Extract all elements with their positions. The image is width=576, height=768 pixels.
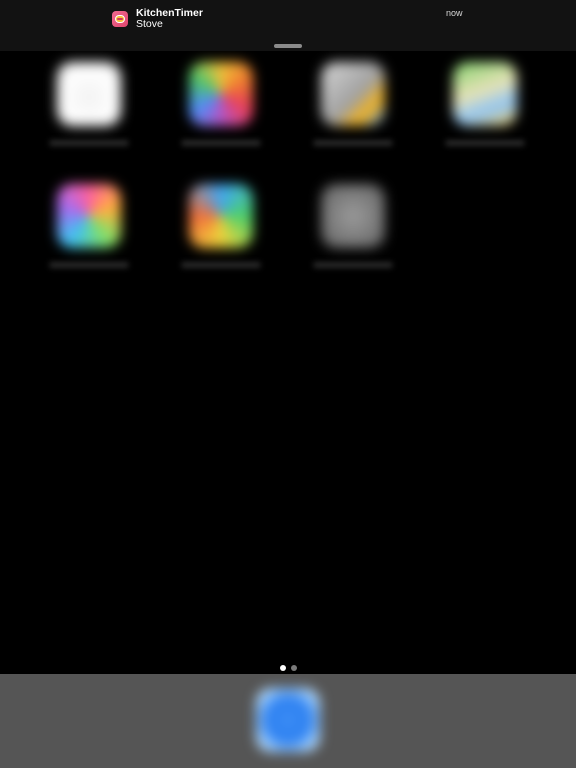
- notification-message: Stove: [136, 18, 163, 30]
- kitchen-timer-glyph-icon: [115, 15, 125, 23]
- home-screen: KitchenTimer Stove now: [0, 0, 576, 768]
- photos-label: [181, 140, 261, 146]
- settings-icon[interactable]: [321, 184, 385, 248]
- notification-time: now: [446, 8, 463, 18]
- calendar-icon[interactable]: [57, 62, 121, 126]
- game-center-icon[interactable]: [57, 184, 121, 248]
- photos-icon[interactable]: [189, 62, 253, 126]
- safari-icon[interactable]: [256, 688, 320, 752]
- page-dot-1[interactable]: [280, 665, 286, 671]
- kitchen-timer-icon: [112, 11, 128, 27]
- camera-label: [313, 140, 393, 146]
- page-dot-2[interactable]: [291, 665, 297, 671]
- app-store-icon[interactable]: [189, 184, 253, 248]
- maps-icon[interactable]: [453, 62, 517, 126]
- camera-icon[interactable]: [321, 62, 385, 126]
- maps-label: [445, 140, 525, 146]
- game-center-label: [49, 262, 129, 268]
- calendar-label: [49, 140, 129, 146]
- settings-label: [313, 262, 393, 268]
- notification-banner[interactable]: KitchenTimer Stove now: [0, 0, 576, 51]
- banner-grabber-handle[interactable]: [274, 44, 302, 48]
- app-store-label: [181, 262, 261, 268]
